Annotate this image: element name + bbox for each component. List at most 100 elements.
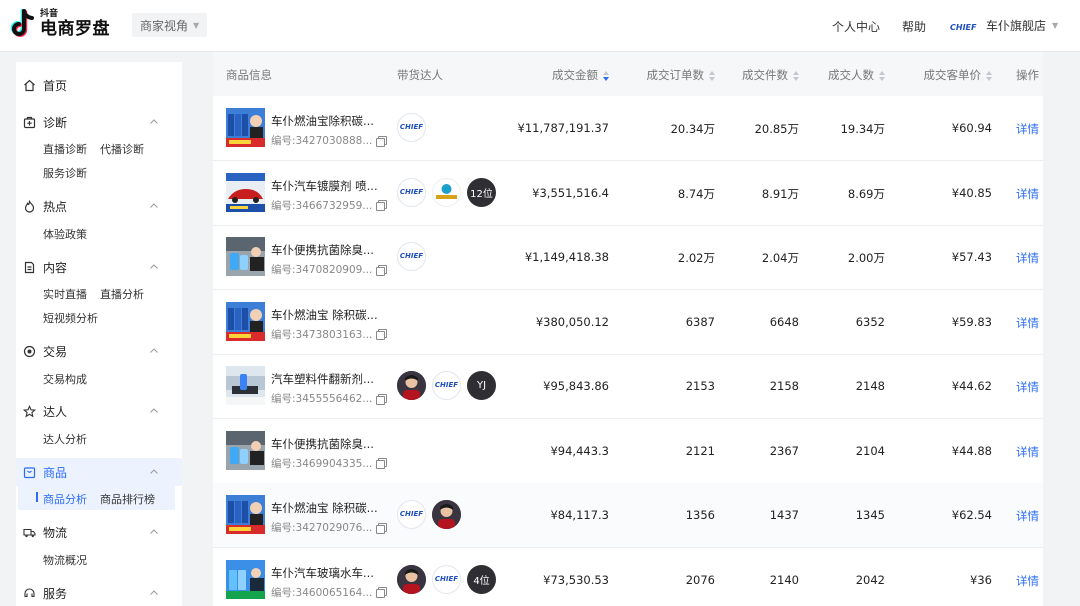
personal-center-link[interactable]: 个人中心 [832, 18, 880, 35]
influencer-avatar[interactable]: CHIEF [397, 242, 426, 271]
nav-influencer[interactable]: 达人 [16, 397, 182, 425]
influencer-avatar[interactable] [432, 177, 461, 207]
detail-link[interactable]: 详情 [1016, 315, 1039, 331]
product-code: 编号:3427030888... [271, 133, 388, 148]
column-pieces[interactable]: 成交件数 [742, 67, 799, 83]
home-icon [24, 79, 35, 91]
influencer-avatar[interactable] [397, 371, 426, 400]
view-select[interactable]: 商家视角 ▼ [132, 13, 208, 37]
cell-avg-price: ¥59.83 [951, 314, 992, 329]
influencer-avatar[interactable]: CHIEF [432, 564, 461, 594]
product-name[interactable]: 车仆汽车镀膜剂 喷... [271, 178, 381, 194]
influencer-avatar[interactable]: CHIEF [397, 113, 426, 142]
detail-link[interactable]: 详情 [1016, 186, 1039, 202]
column-avg-price[interactable]: 成交客单价 [924, 67, 992, 83]
influencer-count-avatar[interactable]: YJ [467, 371, 496, 400]
nav-content[interactable]: 内容 [16, 253, 182, 281]
cell-avg-price: ¥44.62 [951, 379, 992, 393]
sidebar-item-product-analysis[interactable]: 商品分析 [43, 491, 87, 507]
douyin-logo-icon [10, 8, 36, 39]
cell-avg-price: ¥44.88 [951, 443, 992, 458]
brand-avatar-text: CHIEF [399, 510, 424, 518]
cell-orders: 8.74万 [677, 186, 715, 201]
sidebar-item-influencer-analysis[interactable]: 达人分析 [43, 431, 87, 447]
cell-buyers: 19.34万 [840, 122, 885, 136]
flame-icon [24, 199, 35, 213]
douyin-compass-logo[interactable]: 抖音 电商罗盘 [10, 8, 110, 39]
nav-logistics[interactable]: 物流 [16, 518, 182, 546]
detail-link[interactable]: 详情 [1016, 250, 1039, 266]
column-actions: 操作 [1016, 68, 1039, 82]
product-thumbnail[interactable] [226, 495, 265, 534]
cell-orders: 2153 [685, 379, 715, 393]
product-name[interactable]: 汽车塑料件翻新剂... [271, 371, 381, 387]
product-name[interactable]: 车仆便携抗菌除臭... [271, 242, 381, 258]
column-product-info: 商品信息 [226, 68, 272, 82]
influencer-avatar[interactable] [432, 500, 461, 529]
product-name[interactable]: 车仆汽车玻璃水车... [271, 565, 381, 581]
cell-avg-price: ¥62.54 [951, 508, 992, 522]
sidebar-nav: 首页 诊断 直播诊断 代播诊断 服务诊断 热点 体验政策 内容 实时直播 直播分… [16, 62, 182, 606]
cell-pieces: 2140 [769, 572, 799, 587]
detail-link[interactable]: 详情 [1016, 121, 1039, 137]
nav-diagnosis[interactable]: 诊断 [16, 108, 182, 136]
sort-icon [603, 70, 609, 81]
help-link[interactable]: 帮助 [902, 18, 926, 35]
nav-trade[interactable]: 交易 [16, 337, 182, 365]
nav-home[interactable]: 首页 [16, 71, 182, 99]
sidebar-item-logistics-overview[interactable]: 物流概况 [43, 552, 87, 568]
product-name[interactable]: 车仆便携抗菌除臭... [271, 436, 381, 452]
service-icon [24, 587, 35, 597]
product-thumbnail[interactable] [226, 172, 265, 212]
cell-orders: 2076 [685, 572, 715, 587]
product-thumbnail[interactable] [226, 430, 265, 470]
sidebar-item-live-analysis[interactable]: 直播分析 [100, 286, 144, 302]
nav-product[interactable]: 商品 [16, 458, 182, 486]
product-name[interactable]: 车仆燃油宝 除积碳... [271, 307, 381, 323]
column-buyers[interactable]: 成交人数 [828, 67, 885, 83]
sidebar-item-experience-policy[interactable]: 体验政策 [43, 226, 87, 242]
sidebar-item-proxy-diagnosis[interactable]: 代播诊断 [100, 141, 144, 157]
product-name[interactable]: 车仆燃油宝 除积碳... [271, 500, 381, 516]
detail-link[interactable]: 详情 [1016, 444, 1039, 460]
nav-label: 热点 [43, 199, 68, 214]
copy-icon[interactable] [376, 200, 388, 211]
copy-icon[interactable] [376, 329, 388, 340]
copy-icon[interactable] [376, 393, 388, 405]
detail-link[interactable]: 详情 [1016, 508, 1039, 524]
sidebar-item-short-video[interactable]: 短视频分析 [43, 310, 98, 326]
copy-icon[interactable] [376, 458, 388, 469]
copy-icon[interactable] [376, 264, 388, 276]
copy-icon[interactable] [376, 522, 388, 534]
nav-hotspot[interactable]: 热点 [16, 192, 182, 220]
influencer-avatar[interactable]: CHIEF [432, 371, 461, 400]
product-code-text: 编号:3466732959... [271, 199, 373, 212]
product-thumbnail[interactable] [226, 237, 265, 276]
influencer-count-avatar[interactable]: 4位 [467, 564, 496, 594]
sidebar-item-trade-composition[interactable]: 交易构成 [43, 371, 87, 387]
copy-icon[interactable] [376, 135, 388, 147]
sidebar-item-product-ranking[interactable]: 商品排行榜 [100, 491, 155, 507]
copy-icon[interactable] [376, 587, 388, 598]
influencer-avatar[interactable]: CHIEF [397, 177, 426, 207]
influencer-avatar[interactable] [397, 564, 426, 594]
detail-link[interactable]: 详情 [1016, 379, 1039, 395]
column-orders[interactable]: 成交订单数 [647, 67, 715, 83]
logo-subtitle: 抖音 [40, 9, 59, 19]
sidebar-item-live-diagnosis[interactable]: 直播诊断 [43, 141, 87, 157]
influencer-avatar[interactable]: CHIEF [397, 500, 426, 529]
cell-pieces: 1437 [769, 508, 799, 522]
influencer-count-avatar[interactable]: 12位 [467, 177, 496, 207]
brand-avatar-text: CHIEF [434, 381, 459, 389]
nav-service[interactable]: 服务 [16, 579, 182, 606]
product-name[interactable]: 车仆燃油宝除积碳... [271, 113, 381, 129]
product-thumbnail[interactable] [226, 559, 265, 599]
product-thumbnail[interactable] [226, 366, 265, 405]
product-thumbnail[interactable] [226, 108, 265, 147]
shop-switcher[interactable]: CHIEF 车仆旗舰店 ▼ [950, 17, 1058, 34]
sidebar-item-live-realtime[interactable]: 实时直播 [43, 286, 87, 302]
sidebar-item-service-diagnosis[interactable]: 服务诊断 [43, 165, 87, 181]
detail-link[interactable]: 详情 [1016, 573, 1039, 589]
product-thumbnail[interactable] [226, 301, 265, 341]
column-amount[interactable]: 成交金额 [552, 67, 609, 83]
